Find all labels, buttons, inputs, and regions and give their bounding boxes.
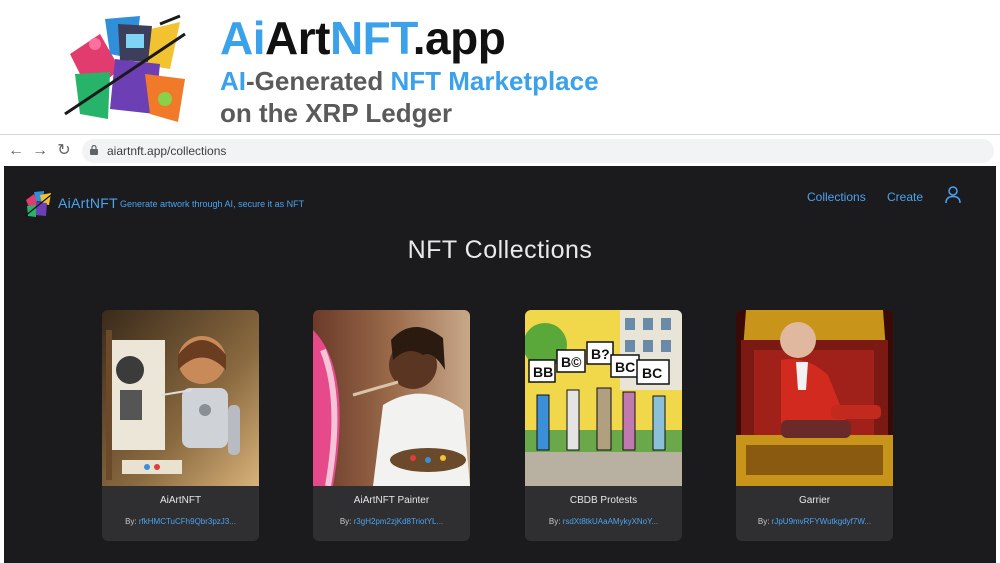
banner-title-nft: NFT bbox=[329, 12, 413, 64]
collection-name: AiArtNFT bbox=[159, 495, 202, 506]
forward-arrow-icon[interactable]: → bbox=[30, 141, 50, 161]
owner-label: By: bbox=[339, 517, 354, 526]
url-text: aiartnft.app/collections bbox=[107, 144, 227, 158]
page-title: NFT Collections bbox=[407, 236, 593, 264]
app-tagline: Generate artwork through AI, secure it a… bbox=[120, 199, 305, 209]
svg-text:BB: BB bbox=[533, 364, 553, 380]
svg-text:B©: B© bbox=[561, 354, 582, 370]
painting-robot-logo-icon bbox=[64, 14, 186, 122]
child-robot-painting-image bbox=[102, 310, 259, 486]
collection-owner: By: r3gH2pm2zjKd8TriotYL... bbox=[313, 517, 470, 526]
comic-protest-signs-image: BB B© B? BC BC bbox=[525, 310, 682, 486]
collection-owner: By: rfkHMCTuCFh9Qbr3pzJ3... bbox=[102, 517, 259, 526]
banner-title-art: Art bbox=[265, 12, 330, 64]
collection-name: CBDB Protests bbox=[569, 495, 638, 506]
collection-card[interactable]: Garrier By: rJpU9mvRFYWutkgdyf7W... bbox=[736, 310, 893, 541]
app-logo-icon[interactable] bbox=[24, 190, 52, 218]
banner-subtitle-generated: -Generated bbox=[246, 66, 391, 96]
banner-subtitle-ai: AI bbox=[220, 66, 246, 96]
man-on-throne-image bbox=[736, 310, 893, 486]
banner-title-ai: Ai bbox=[220, 12, 266, 64]
svg-text:BC: BC bbox=[615, 359, 635, 375]
app-name[interactable]: AiArtNFT bbox=[58, 195, 118, 211]
owner-label: By: bbox=[548, 517, 563, 526]
app-header: AiArtNFT Generate artwork through AI, se… bbox=[4, 166, 996, 236]
browser-toolbar: ← → ↻ aiartnft.app/collections bbox=[0, 134, 1000, 166]
collection-card[interactable]: AiArtNFT Painter By: r3gH2pm2zjKd8TriotY… bbox=[313, 310, 470, 541]
owner-label: By: bbox=[125, 517, 139, 526]
svg-text:BC: BC bbox=[642, 365, 662, 381]
lock-icon bbox=[90, 145, 98, 155]
back-arrow-icon[interactable]: ← bbox=[6, 141, 26, 161]
banner-title-app: .app bbox=[412, 12, 506, 64]
banner-subtitle: AI-Generated NFT Marketplace bbox=[220, 66, 599, 96]
artist-painting-canvas-image bbox=[313, 310, 470, 486]
svg-text:B?: B? bbox=[591, 346, 610, 362]
nav-create-link[interactable]: Create bbox=[887, 190, 923, 204]
owner-address-link[interactable]: r3gH2pm2zjKd8TriotYL... bbox=[354, 517, 444, 526]
owner-label: By: bbox=[757, 517, 772, 526]
address-bar[interactable]: aiartnft.app/collections bbox=[82, 139, 994, 163]
collection-owner: By: rJpU9mvRFYWutkgdyf7W... bbox=[736, 517, 893, 526]
banner-subtitle-marketplace: NFT Marketplace bbox=[390, 66, 599, 96]
owner-address-link[interactable]: rfkHMCTuCFh9Qbr3pzJ3... bbox=[139, 517, 236, 526]
collection-owner: By: rsdXt8tkUAaAMykyXNoY... bbox=[525, 517, 682, 526]
user-icon[interactable] bbox=[945, 186, 961, 204]
collection-card[interactable]: AiArtNFT By: rfkHMCTuCFh9Qbr3pzJ3... bbox=[102, 310, 259, 541]
reload-icon[interactable]: ↻ bbox=[54, 141, 74, 161]
collection-card[interactable]: BB B© B? BC BC CBDB Protests By: rsdXt8t… bbox=[525, 310, 682, 541]
banner-subtitle-ledger: on the XRP Ledger bbox=[220, 98, 453, 128]
banner-title: AiArtNFT.app bbox=[220, 12, 506, 64]
nav-collections-link[interactable]: Collections bbox=[807, 190, 866, 204]
app-window: AiArtNFT Generate artwork through AI, se… bbox=[4, 166, 996, 563]
owner-address-link[interactable]: rsdXt8tkUAaAMykyXNoY... bbox=[563, 517, 658, 526]
owner-address-link[interactable]: rJpU9mvRFYWutkgdyf7W... bbox=[772, 517, 871, 526]
collection-name: AiArtNFT Painter bbox=[353, 495, 430, 506]
promo-banner: AiArtNFT.app AI-Generated NFT Marketplac… bbox=[0, 0, 1000, 134]
collection-name: Garrier bbox=[798, 495, 831, 506]
